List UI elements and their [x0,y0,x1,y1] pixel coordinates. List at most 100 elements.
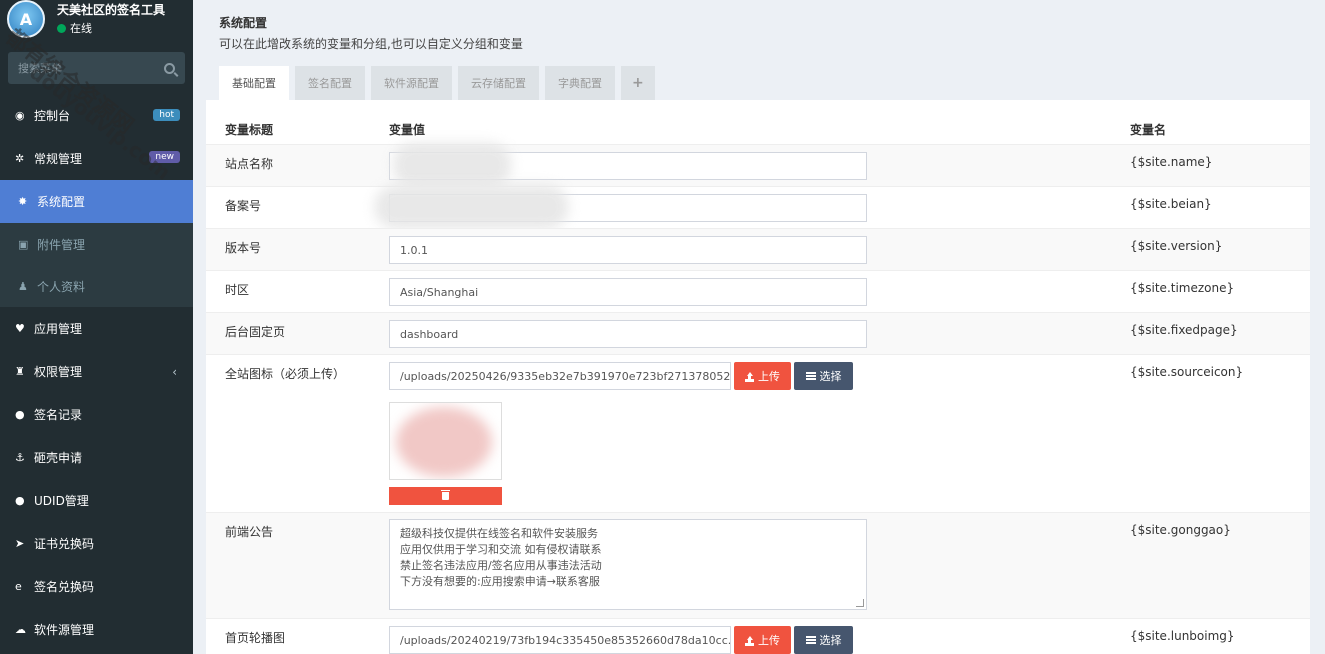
sidebar-item-cert-codes[interactable]: ➤ 证书兑换码 [0,522,193,565]
table-row: 首页轮播图 /uploads/20240219/73fb194c335450e8… [206,618,1310,654]
sidebar-item-label: 控制台 [34,109,71,123]
table-row: 全站图标（必须上传） /uploads/20250426/9335eb32e7b… [206,354,1310,512]
page-subtitle: 可以在此增改系统的变量和分组,也可以自定义分组和变量 [219,37,523,51]
users-icon: ♜ [15,365,25,378]
row-title: 时区 [225,283,250,297]
search-input[interactable] [18,61,164,75]
sidebar-item-label: 权限管理 [34,365,83,379]
redaction-blur [392,143,512,187]
user-panel: A 天美社区的签名工具 在线 [0,0,193,48]
gonggao-textarea[interactable]: 超级科技仅提供在线签名和软件安装服务 应用仅供用于学习和交流 如有侵权请联系 禁… [389,519,867,610]
version-input[interactable]: 1.0.1 [389,236,867,264]
sidebar-item-apps[interactable]: ♥ 应用管理 [0,307,193,350]
avatar[interactable]: A [7,0,45,38]
user-icon: ♟ [18,279,28,293]
sidebar: A 天美社区的签名工具 在线 ◉ 控制台 hot ✲ 常规管理 new ✸ 系统… [0,0,193,654]
config-panel: 变量标题 变量值 变量名 站点名称 {$site.name} 备案号 {$sit… [206,100,1310,654]
user-name: 天美社区的签名工具 [57,3,166,17]
resize-handle[interactable] [856,599,864,607]
upload-icon [745,371,754,381]
page-header: 系统配置 可以在此增改系统的变量和分组,也可以自定义分组和变量 [219,14,523,52]
ie-icon: e [15,580,22,593]
sidebar-item-system-config[interactable]: ✸ 系统配置 [0,180,193,223]
upload-label: 上传 [758,370,780,383]
table-row: 站点名称 {$site.name} [206,143,1310,187]
header-title: 变量标题 [225,123,274,137]
row-variable: {$site.name} [1130,155,1213,169]
table-row: 版本号 1.0.1 {$site.version} [206,228,1310,270]
app-store-icon: A [19,9,33,29]
table-row: 备案号 {$site.beian} [206,185,1310,229]
row-variable: {$site.version} [1130,239,1223,253]
sidebar-item-unshell[interactable]: ⚓ 砸壳申请 [0,436,193,479]
sidebar-item-label: 砸壳申请 [34,451,83,465]
choose-button[interactable]: 选择 [794,626,853,654]
list-icon [805,636,816,644]
notice-line: 超级科技仅提供在线签名和软件安装服务 [400,527,598,540]
choose-label: 选择 [819,634,842,647]
choose-button[interactable]: 选择 [794,362,853,390]
add-tab-button[interactable]: + [621,66,655,100]
online-dot-icon [57,23,66,33]
sidebar-item-label: 个人资料 [37,279,86,294]
arrow-circle-icon: ● [15,408,25,421]
sidebar-item-sign-records[interactable]: ● 签名记录 [0,393,193,436]
redaction-blur [374,185,569,229]
sourceicon-input[interactable]: /uploads/20250426/9335eb32e7b391970e723b… [389,362,731,390]
cogs-icon: ✲ [15,152,25,165]
row-variable: {$site.beian} [1130,197,1212,211]
sidebar-item-sign-codes[interactable]: e 签名兑换码 [0,565,193,608]
table-row: 时区 Asia/Shanghai {$site.timezone} [206,270,1310,312]
row-variable: {$site.lunboimg} [1130,629,1235,643]
fixedpage-input[interactable]: dashboard [389,320,867,348]
sidebar-item-label: 常规管理 [34,152,83,166]
row-variable: {$site.fixedpage} [1130,323,1238,337]
sidebar-item-udid[interactable]: ● UDID管理 [0,479,193,522]
notice-line: 禁止签名违法应用/签名应用从事违法活动 [400,559,602,572]
new-badge: new [149,151,180,163]
timezone-input[interactable]: Asia/Shanghai [389,278,867,306]
upload-button[interactable]: 上传 [734,362,791,390]
row-title: 后台固定页 [225,325,286,339]
row-title: 前端公告 [225,525,274,539]
table-row: 前端公告 超级科技仅提供在线签名和软件安装服务 应用仅供用于学习和交流 如有侵权… [206,512,1310,618]
notice-line: 应用仅供用于学习和交流 如有侵权请联系 [400,543,602,556]
sidebar-item-dashboard[interactable]: ◉ 控制台 hot [0,94,193,137]
heart-icon: ♥ [15,322,25,335]
dashboard-icon: ◉ [15,109,25,122]
icon-preview [389,402,502,480]
row-title: 版本号 [225,241,262,255]
sidebar-item-attachments[interactable]: ▣ 附件管理 [0,223,193,265]
page-title: 系统配置 [219,16,268,30]
tab-sign[interactable]: 签名配置 [295,66,365,100]
table-header: 变量标题 变量值 变量名 [206,110,1310,144]
sidebar-item-label: 附件管理 [37,237,86,252]
lunboimg-input[interactable]: /uploads/20240219/73fb194c335450e8535266… [389,626,731,654]
header-value: 变量值 [389,123,426,137]
sidebar-item-general[interactable]: ✲ 常规管理 new [0,137,193,180]
file-image-icon: ▣ [18,237,29,251]
sidebar-item-label: 签名兑换码 [34,580,95,594]
row-variable: {$site.timezone} [1130,281,1235,295]
config-tabs: 基础配置 签名配置 软件源配置 云存储配置 字典配置 + [219,66,655,100]
search-icon[interactable] [164,62,175,74]
row-title: 全站图标（必须上传） [225,367,346,381]
sidebar-item-profile[interactable]: ♟ 个人资料 [0,265,193,307]
upload-button[interactable]: 上传 [734,626,791,654]
tab-cloud-storage[interactable]: 云存储配置 [458,66,539,100]
list-icon [805,372,816,380]
sidebar-menu: ◉ 控制台 hot ✲ 常规管理 new ✸ 系统配置 ▣ 附件管理 ♟ 个人资… [0,94,193,651]
delete-image-button[interactable] [389,487,502,505]
notice-line: 下方没有想要的:应用搜索申请→联系客服 [400,575,600,588]
tab-source[interactable]: 软件源配置 [371,66,452,100]
tab-dictionary[interactable]: 字典配置 [545,66,615,100]
row-variable: {$site.sourceicon} [1130,365,1244,379]
trash-icon [441,490,450,500]
sidebar-item-sources[interactable]: ☁ 软件源管理 [0,608,193,651]
gear-icon: ✸ [18,195,28,208]
sidebar-item-permissions[interactable]: ♜ 权限管理 ‹ [0,350,193,393]
anchor-icon: ⚓ [15,451,25,464]
row-variable: {$site.gonggao} [1130,523,1231,537]
header-name: 变量名 [1130,123,1167,137]
tab-basic[interactable]: 基础配置 [219,66,289,100]
